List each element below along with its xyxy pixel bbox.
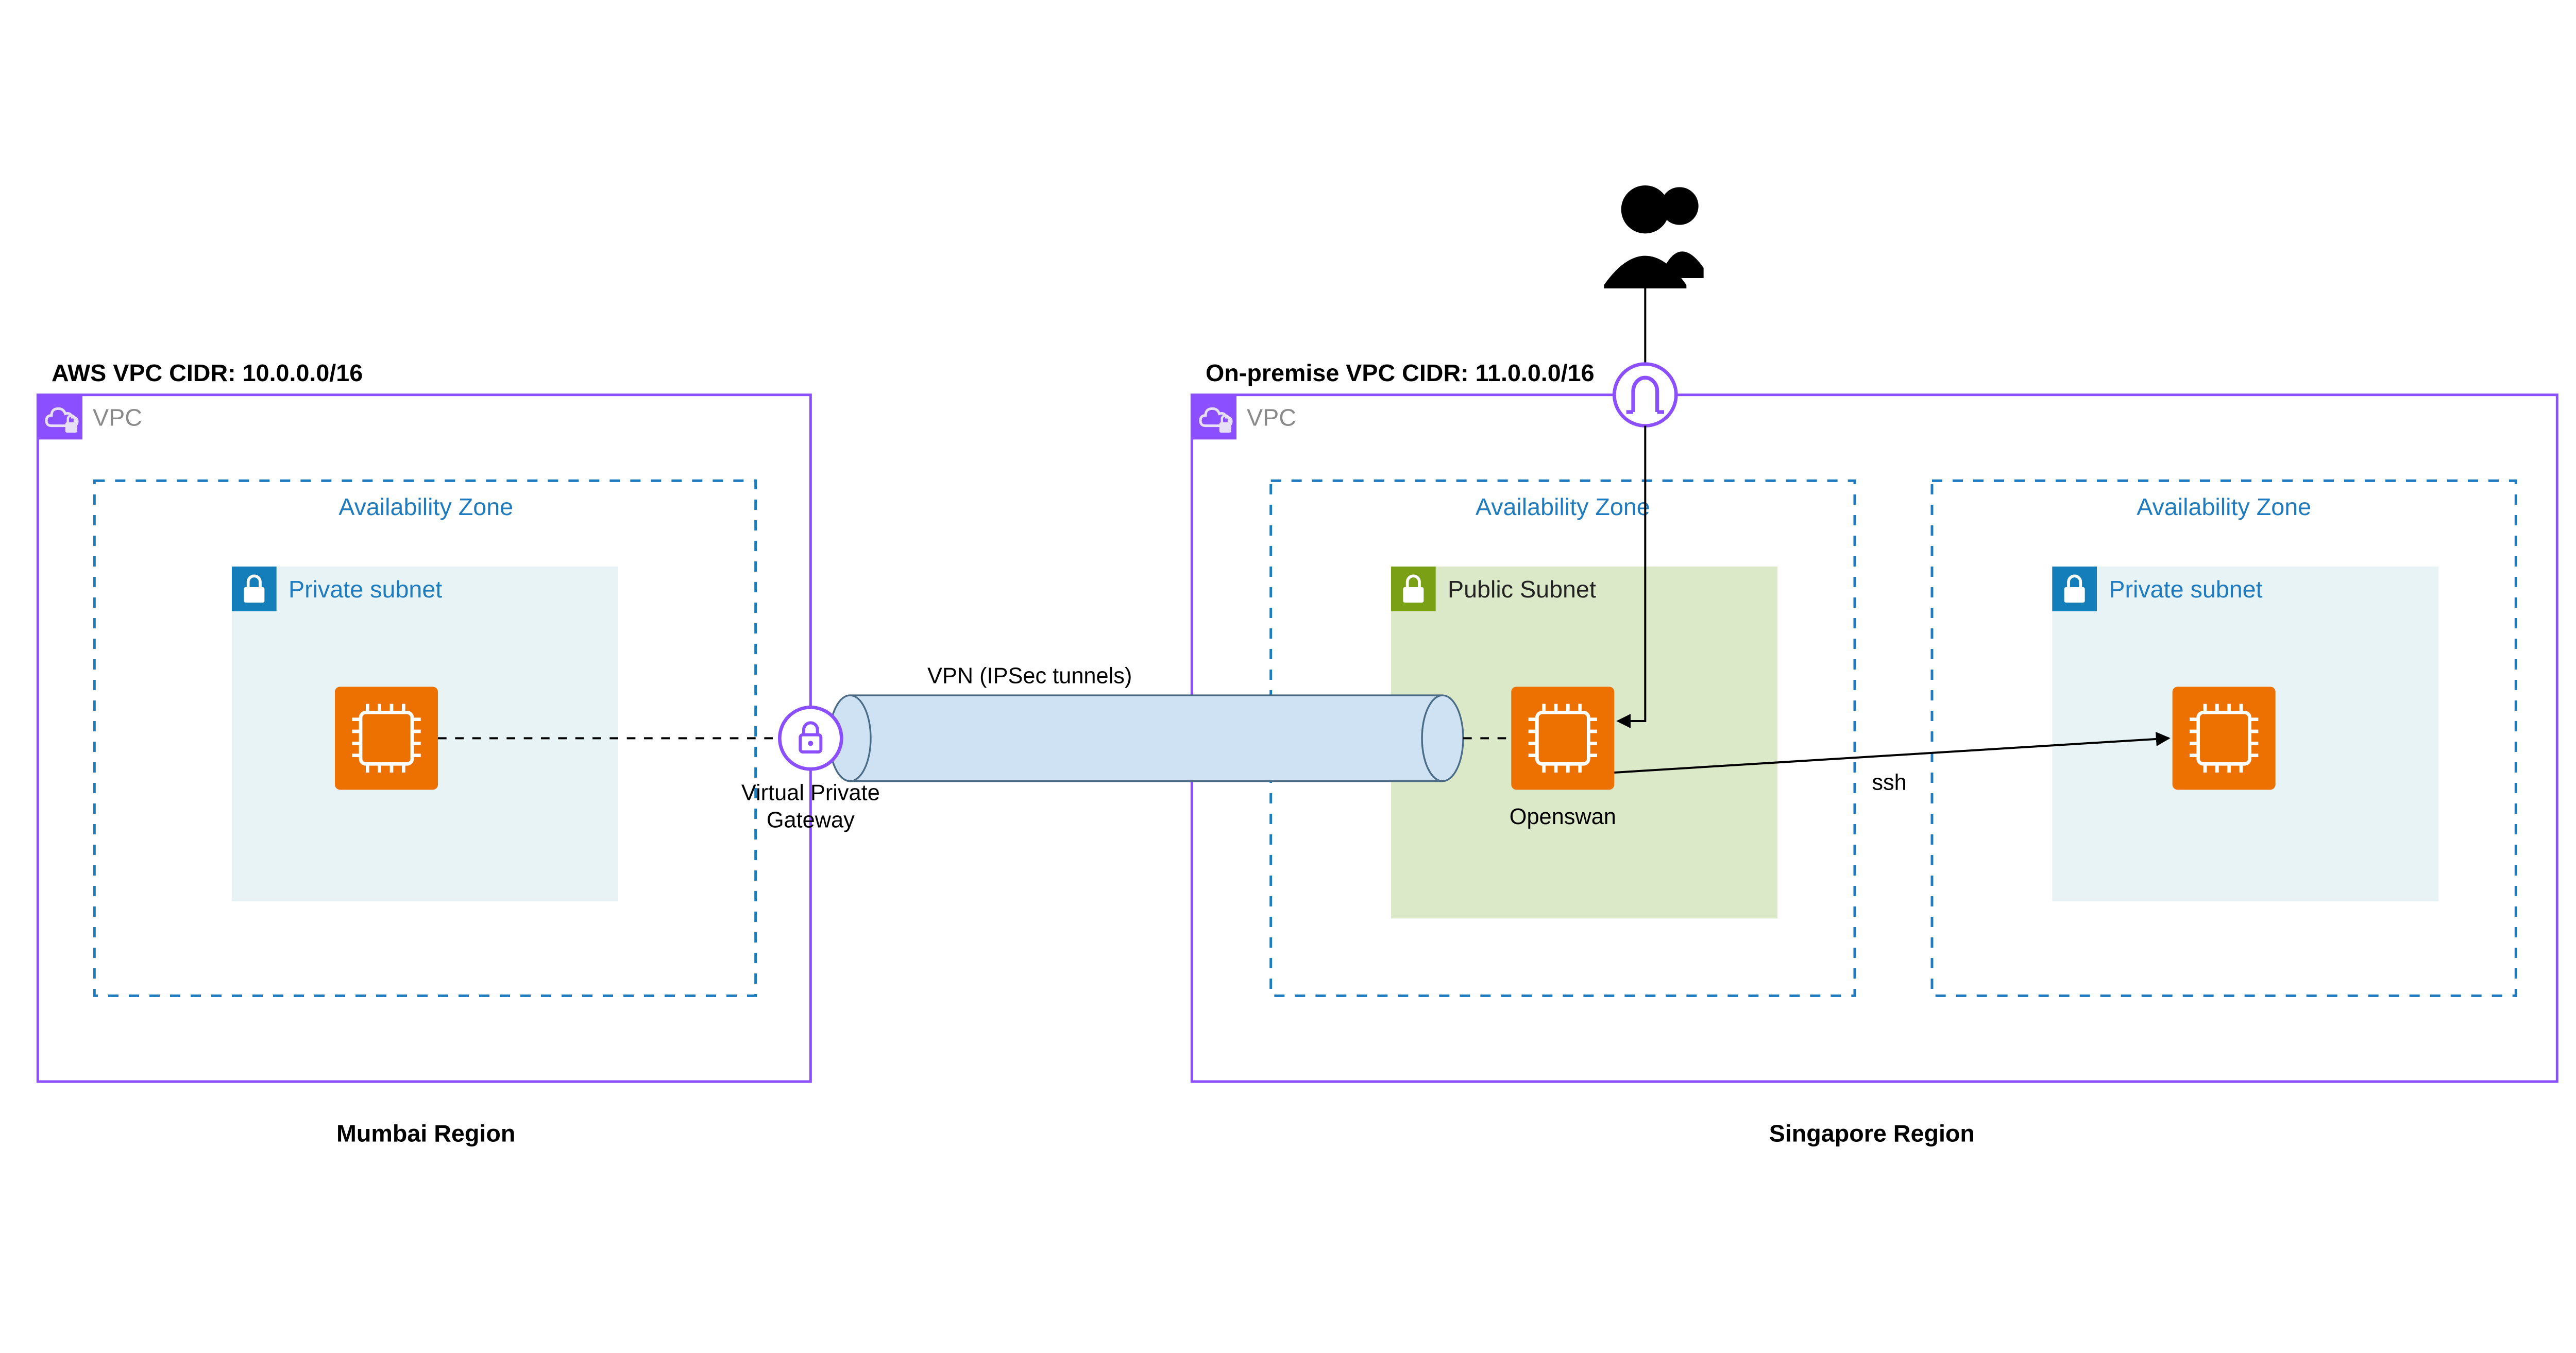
internet-gateway-icon — [1614, 364, 1676, 426]
right-vpc-label: VPC — [1247, 404, 1296, 431]
left-vpc-title: AWS VPC CIDR: 10.0.0.0/16 — [52, 359, 363, 386]
public-subnet-label: Public Subnet — [1448, 576, 1596, 603]
ssh-label: ssh — [1872, 770, 1906, 795]
users-icon — [1604, 185, 1703, 288]
right-az1-label: Availability Zone — [1476, 493, 1650, 520]
right-az2-label: Availability Zone — [2137, 493, 2311, 520]
right-region-label: Singapore Region — [1769, 1120, 1975, 1147]
lock-icon — [2052, 567, 2097, 611]
vpg-label-line2: Gateway — [767, 808, 855, 833]
tunnel-label: VPN (IPSec tunnels) — [927, 664, 1132, 689]
ec2-icon — [1511, 687, 1614, 790]
lock-icon — [232, 567, 277, 611]
openswan-label: Openswan — [1510, 804, 1616, 829]
architecture-diagram: AWS VPC CIDR: 10.0.0.0/16 VPC Availabili… — [0, 0, 2576, 1353]
virtual-private-gateway-icon — [779, 707, 841, 769]
left-az-label: Availability Zone — [338, 493, 513, 520]
vpn-tunnel-icon — [829, 695, 1463, 781]
left-vpc-label: VPC — [93, 404, 142, 431]
right-vpc-title: On-premise VPC CIDR: 11.0.0.0/16 — [1206, 359, 1595, 386]
ec2-icon — [335, 687, 438, 790]
vpc-icon — [38, 395, 82, 440]
lock-icon — [1391, 567, 1436, 611]
right-subnet-label: Private subnet — [2109, 576, 2262, 603]
left-region-label: Mumbai Region — [336, 1120, 515, 1147]
ec2-icon — [2173, 687, 2276, 790]
left-subnet-label: Private subnet — [289, 576, 442, 603]
vpc-icon — [1192, 395, 1236, 440]
vpg-label-line1: Virtual Private — [741, 780, 880, 805]
